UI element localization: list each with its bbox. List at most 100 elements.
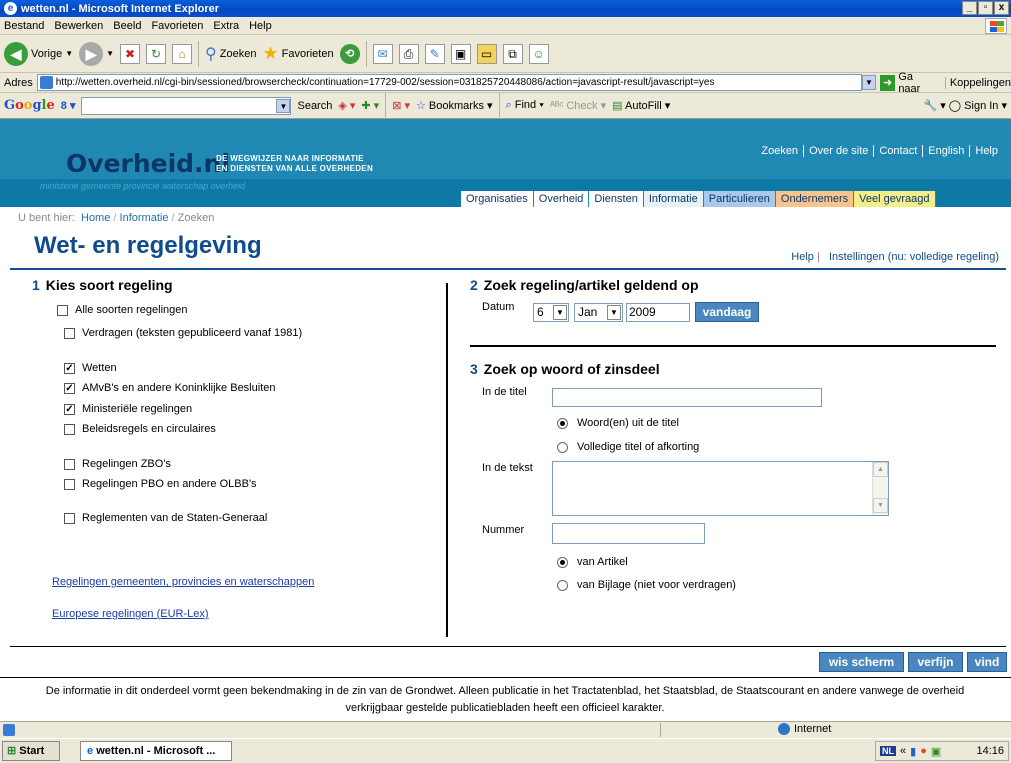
radio-bijlage[interactable]: van Bijlage (niet voor verdragen) xyxy=(557,579,736,591)
radio-artikel[interactable]: van Artikel xyxy=(557,556,628,568)
maximize-button[interactable]: ▫ xyxy=(978,1,993,15)
menu-bewerken[interactable]: Bewerken xyxy=(54,20,103,32)
checkbox-pbo[interactable]: Regelingen PBO en andere OLBB's xyxy=(64,478,257,490)
toplink-help[interactable]: Help xyxy=(969,145,1003,157)
checkbox-beleidsregels[interactable]: Beleidsregels en circulaires xyxy=(64,423,216,435)
back-button[interactable]: ◀ Vorige ▼ xyxy=(4,41,73,66)
tab-veel-gevraagd[interactable]: Veel gevraagd xyxy=(854,191,936,207)
close-button[interactable]: x xyxy=(994,1,1009,15)
favorites-button[interactable]: ★ Favorieten xyxy=(262,43,333,64)
site-logo[interactable]: Overheid.nl xyxy=(66,149,230,178)
nav-tabs: Organisaties Overheid Diensten Informati… xyxy=(461,191,936,207)
month-select[interactable]: Jan ▼ xyxy=(574,303,623,322)
menu-bestand[interactable]: Bestand xyxy=(4,20,44,32)
tray-network-icon[interactable]: ▣ xyxy=(931,745,941,758)
menu-favorieten[interactable]: Favorieten xyxy=(151,20,203,32)
bookmarks-button[interactable]: ☆ Bookmarks ▾ xyxy=(416,99,493,112)
checkbox-amvb[interactable]: ✓ AMvB's en andere Koninklijke Besluiten xyxy=(64,382,275,394)
checkbox-staten[interactable]: Reglementen van de Staten-Generaal xyxy=(64,512,267,524)
plus-icon[interactable]: ✚ ▾ xyxy=(361,99,379,112)
stop-icon[interactable]: ✖ xyxy=(120,43,141,64)
g8-menu[interactable]: 8 ▾ xyxy=(61,99,76,112)
discuss-icon[interactable]: ▣ xyxy=(450,43,471,64)
breadcrumb-home[interactable]: Home xyxy=(81,212,110,224)
tab-informatie[interactable]: Informatie xyxy=(643,191,704,207)
year-input[interactable]: 2009 xyxy=(626,303,690,322)
toplink-over[interactable]: Over de site xyxy=(803,145,873,157)
checkbox-wetten[interactable]: ✓ Wetten xyxy=(64,362,117,374)
nummer-input[interactable] xyxy=(552,523,705,544)
start-button[interactable]: ⊞ Start xyxy=(2,741,60,761)
tab-overheid[interactable]: Overheid xyxy=(533,191,590,207)
link-eurlex[interactable]: Europese regelingen (EUR-Lex) xyxy=(52,608,209,620)
go-arrow-icon: ➜ xyxy=(879,74,896,91)
address-input[interactable]: http://wetten.overheid.nl/cgi-bin/sessio… xyxy=(36,74,863,91)
tab-diensten[interactable]: Diensten xyxy=(589,191,644,207)
edit-icon[interactable]: ✎ xyxy=(424,43,445,64)
autofill-button[interactable]: ▤ AutoFill ▾ xyxy=(612,99,670,112)
page-icon xyxy=(39,76,53,89)
page-status-icon xyxy=(3,724,15,736)
zone-indicator: Internet xyxy=(778,723,831,735)
tray-messenger-icon[interactable]: ● xyxy=(920,745,927,757)
signin-button[interactable]: 🔧 ▾ ◯ Sign In ▾ xyxy=(923,99,1007,112)
toplink-zoeken[interactable]: Zoeken xyxy=(756,145,803,157)
wis-scherm-button[interactable]: wis scherm xyxy=(819,652,904,672)
verfijn-button[interactable]: verfijn xyxy=(908,652,963,672)
checkbox-zbo[interactable]: Regelingen ZBO's xyxy=(64,458,171,470)
titel-input[interactable] xyxy=(552,388,822,407)
vandaag-button[interactable]: vandaag xyxy=(695,302,759,322)
disclaimer-text: De informatie in dit onderdeel vormt gee… xyxy=(45,685,965,714)
refresh-icon[interactable]: ↻ xyxy=(146,43,167,64)
links-button[interactable]: Koppelingen xyxy=(944,76,1011,89)
google-search-input[interactable]: ▼ xyxy=(81,96,292,115)
radio-volledige-titel[interactable]: Volledige titel of afkorting xyxy=(557,441,699,453)
home-icon[interactable]: ⌂ xyxy=(172,43,193,64)
breadcrumb-informatie[interactable]: Informatie xyxy=(120,212,169,224)
language-indicator[interactable]: NL xyxy=(880,746,896,756)
research-icon[interactable]: ⧉ xyxy=(502,43,523,64)
popup-blocker-icon[interactable]: ⊠ ▾ xyxy=(392,99,410,112)
textarea-scrollbar[interactable]: ▲ ▼ xyxy=(872,462,888,515)
tray-expand-icon[interactable]: « xyxy=(900,745,906,757)
tekst-textarea[interactable]: ▲ ▼ xyxy=(552,461,889,516)
settings-link[interactable]: Instellingen (nu: volledige regeling) xyxy=(829,251,999,263)
window-titlebar[interactable]: e wetten.nl - Microsoft Internet Explore… xyxy=(0,0,1011,17)
go-button[interactable]: ➜ Ga naar xyxy=(879,71,937,95)
pagerank-icon[interactable]: ◈ ▾ xyxy=(338,99,355,112)
checkbox-verdragen[interactable]: Verdragen (teksten gepubliceerd vanaf 19… xyxy=(64,327,302,339)
tab-ondernemers[interactable]: Ondernemers xyxy=(775,191,855,207)
tray-app-icon[interactable]: ▮ xyxy=(910,745,916,758)
google-toolbar: Google 8 ▾ ▼ Search ◈ ▾ ✚ ▾ ⊠ ▾ ☆ Bookma… xyxy=(0,92,1011,119)
vind-button[interactable]: vind xyxy=(967,652,1007,672)
messenger-icon[interactable]: ☺ xyxy=(528,43,549,64)
toplink-english[interactable]: English xyxy=(922,145,969,157)
spellcheck-button[interactable]: ᴬᴮᶜ Check ▾ xyxy=(550,99,606,112)
history-icon[interactable]: ⟲ xyxy=(339,43,360,64)
system-tray: NL « ▮ ● ▣ 14:16 xyxy=(875,741,1009,761)
folder-icon[interactable]: ▭ xyxy=(476,43,497,64)
section3-title: 3 Zoek op woord of zinsdeel xyxy=(470,361,660,377)
mail-icon[interactable]: ✉ xyxy=(372,43,393,64)
google-search-button[interactable]: Search xyxy=(297,100,332,112)
toplink-contact[interactable]: Contact xyxy=(873,145,922,157)
menu-extra[interactable]: Extra xyxy=(213,20,239,32)
menu-beeld[interactable]: Beeld xyxy=(113,20,141,32)
checkbox-ministeriele[interactable]: ✓ Ministeriële regelingen xyxy=(64,403,192,415)
checkbox-all[interactable]: Alle soorten regelingen xyxy=(57,304,188,316)
find-button[interactable]: ⌕ Find ▾ xyxy=(506,99,544,112)
help-link[interactable]: Help xyxy=(791,251,814,263)
address-dropdown[interactable]: ▼ xyxy=(862,75,876,90)
minimize-button[interactable]: _ xyxy=(962,1,977,15)
menu-help[interactable]: Help xyxy=(249,20,272,32)
taskbar-ie-window[interactable]: e wetten.nl - Microsoft ... xyxy=(80,741,232,761)
tab-particulieren[interactable]: Particulieren xyxy=(703,191,776,207)
print-icon[interactable]: ⎙ xyxy=(398,43,419,64)
radio-woorden-titel[interactable]: Woord(en) uit de titel xyxy=(557,417,679,429)
google-logo[interactable]: Google xyxy=(4,98,55,113)
link-gemeenten[interactable]: Regelingen gemeenten, provincies en wate… xyxy=(52,576,314,588)
day-select[interactable]: 6 ▼ xyxy=(533,303,569,322)
search-button[interactable]: ⚲ Zoeken xyxy=(205,44,256,64)
tab-organisaties[interactable]: Organisaties xyxy=(461,191,534,207)
forward-button[interactable]: ▶ ▼ xyxy=(79,41,114,66)
